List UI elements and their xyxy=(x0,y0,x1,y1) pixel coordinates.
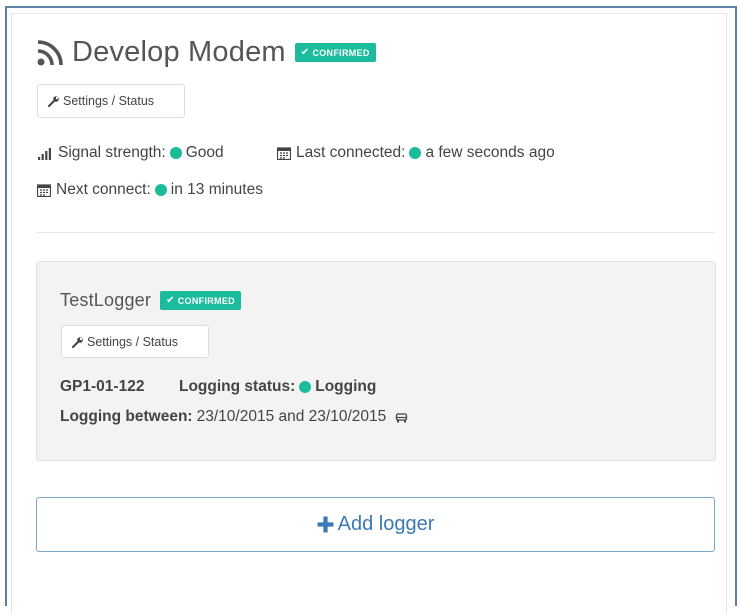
settings-label: Settings / Status xyxy=(87,334,179,349)
car-icon xyxy=(396,412,408,422)
next-connect-value: in 13 minutes xyxy=(170,181,263,198)
signal-strength-row: Signal strength: Good xyxy=(37,144,224,162)
logging-between-row: Logging between: 23/10/2015 and 23/10/20… xyxy=(60,408,408,426)
check-icon: ✔ xyxy=(300,47,310,58)
logging-between-value: 23/10/2015 and 23/10/2015 xyxy=(196,408,387,425)
logger-id: GP1-01-122 xyxy=(60,378,144,396)
modem-header: Develop Modem ✔ CONFIRMED xyxy=(36,36,376,69)
badge-label: CONFIRMED xyxy=(177,295,235,306)
badge-label: CONFIRMED xyxy=(312,47,370,58)
rss-icon xyxy=(37,39,63,65)
plus-icon xyxy=(317,516,334,533)
signal-icon xyxy=(38,148,51,160)
signal-value: Good xyxy=(185,144,224,161)
status-dot xyxy=(169,147,182,159)
modem-title: Develop Modem xyxy=(72,36,286,68)
status-dot xyxy=(154,184,167,196)
status-dot xyxy=(409,147,422,159)
logger-title: TestLogger xyxy=(60,290,152,310)
add-logger-label: Add logger xyxy=(337,513,435,535)
last-connected-row: Last connected: a few seconds ago xyxy=(277,144,555,162)
check-icon: ✔ xyxy=(166,295,175,306)
logging-status-label: Logging status: xyxy=(179,378,296,395)
logger-id-value: GP1-01-122 xyxy=(60,378,145,395)
logging-status-row: Logging status: Logging xyxy=(179,378,376,396)
logger-status-badge: ✔ CONFIRMED xyxy=(160,291,241,310)
divider xyxy=(36,232,715,233)
modem-settings-button[interactable]: Settings / Status xyxy=(37,84,185,118)
calendar-icon xyxy=(37,184,51,197)
last-connected-label: Last connected: xyxy=(296,144,406,161)
logger-settings-button[interactable]: Settings / Status xyxy=(61,325,209,358)
wrench-icon xyxy=(48,96,59,107)
modem-status-badge: ✔ CONFIRMED xyxy=(294,43,376,62)
logging-status-value: Logging xyxy=(315,378,377,395)
signal-label: Signal strength: xyxy=(58,144,166,161)
status-dot xyxy=(299,381,312,393)
settings-label: Settings / Status xyxy=(63,94,155,108)
wrench-icon xyxy=(72,336,83,348)
add-logger-button[interactable]: Add logger xyxy=(36,497,715,552)
next-connect-label: Next connect: xyxy=(56,181,151,198)
last-connected-value: a few seconds ago xyxy=(425,144,555,161)
logger-header: TestLogger ✔ CONFIRMED xyxy=(60,290,241,311)
next-connect-row: Next connect: in 13 minutes xyxy=(37,181,263,199)
logging-between-label: Logging between: xyxy=(60,408,193,425)
calendar-icon xyxy=(277,147,291,160)
